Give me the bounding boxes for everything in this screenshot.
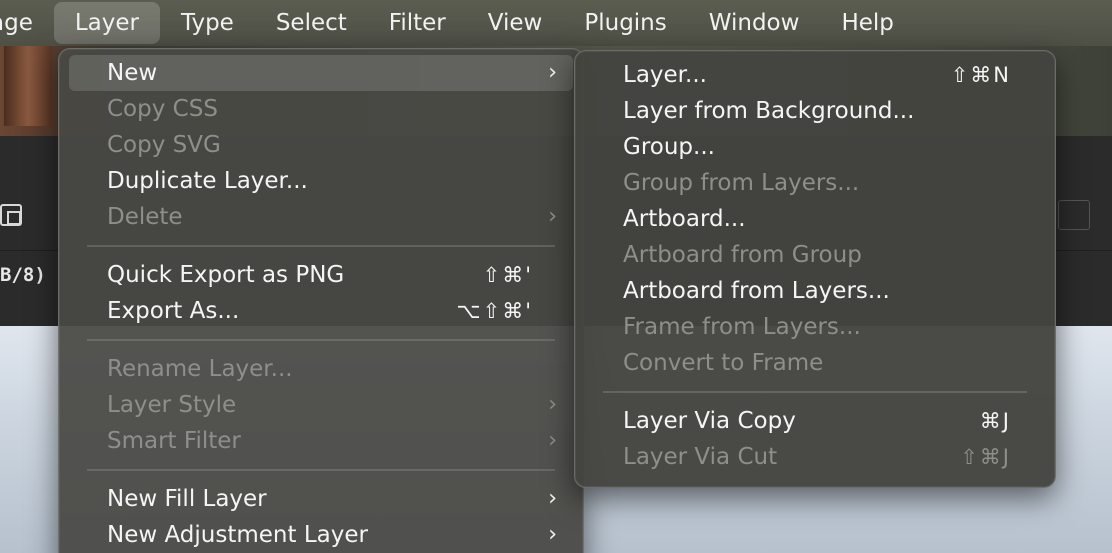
menu-item-label: Layer from Background... — [623, 98, 915, 124]
menu-item-label: Frame from Layers... — [623, 314, 861, 340]
tree-trunk-image — [4, 46, 52, 126]
menu-item-label: Smart Filter — [107, 428, 241, 454]
submenu-item-layer-via-copy[interactable]: Layer Via Copy ⌘J — [585, 403, 1045, 439]
menu-image[interactable]: age — [0, 0, 54, 46]
menu-item-label: New — [107, 60, 158, 86]
submenu-item-group-from-layers[interactable]: Group from Layers... — [585, 165, 1045, 201]
submenu-item-frame-from-layers[interactable]: Frame from Layers... — [585, 309, 1045, 345]
menu-item-label: Artboard... — [623, 206, 746, 232]
submenu-item-layer-via-cut[interactable]: Layer Via Cut ⇧⌘J — [585, 439, 1045, 475]
menu-view[interactable]: View — [467, 0, 564, 46]
layer-menu: New › Copy CSS Copy SVG Duplicate Layer.… — [58, 48, 584, 553]
submenu-item-layer-from-background[interactable]: Layer from Background... — [585, 93, 1045, 129]
keyboard-shortcut: ⇧⌘N — [950, 63, 1011, 87]
menu-item-new-adjustment-layer[interactable]: New Adjustment Layer › — [69, 517, 573, 553]
menu-item-label: Copy CSS — [107, 96, 218, 122]
menu-item-duplicate-layer[interactable]: Duplicate Layer... — [69, 163, 573, 199]
chevron-right-icon: › — [548, 204, 557, 229]
chevron-right-icon: › — [548, 392, 557, 417]
menu-item-label: Group from Layers... — [623, 170, 860, 196]
document-tab-label[interactable]: B/8) — [0, 264, 46, 286]
menu-item-label: Artboard from Group — [623, 242, 862, 268]
menu-item-label: New Adjustment Layer — [107, 522, 368, 548]
submenu-item-convert-to-frame[interactable]: Convert to Frame — [585, 345, 1045, 381]
menu-item-label: Artboard from Layers... — [623, 278, 890, 304]
options-field[interactable] — [1058, 200, 1090, 230]
menu-item-label: Group... — [623, 134, 715, 160]
menu-item-label: New Fill Layer — [107, 486, 267, 512]
menu-type[interactable]: Type — [160, 0, 255, 46]
menu-item-label: Convert to Frame — [623, 350, 824, 376]
menu-item-copy-css[interactable]: Copy CSS — [69, 91, 573, 127]
menu-item-label: Delete — [107, 204, 183, 230]
submenu-item-artboard[interactable]: Artboard... — [585, 201, 1045, 237]
menu-plugins[interactable]: Plugins — [563, 0, 687, 46]
menu-item-label: Duplicate Layer... — [107, 168, 308, 194]
arrange-icon[interactable] — [0, 204, 22, 226]
menu-item-smart-filter[interactable]: Smart Filter › — [69, 423, 573, 459]
menu-window[interactable]: Window — [688, 0, 821, 46]
keyboard-shortcut: ⇧⌘J — [960, 445, 1011, 469]
menu-separator — [603, 391, 1027, 393]
menu-item-export-as[interactable]: Export As... ⌥⇧⌘' — [69, 293, 573, 329]
menu-item-quick-export-png[interactable]: Quick Export as PNG ⇧⌘' — [69, 257, 573, 293]
new-submenu: Layer... ⇧⌘N Layer from Background... Gr… — [574, 50, 1056, 488]
menu-item-label: Copy SVG — [107, 132, 221, 158]
submenu-item-layer[interactable]: Layer... ⇧⌘N — [585, 57, 1045, 93]
keyboard-shortcut: ⌘J — [979, 409, 1011, 433]
menu-item-label: Layer... — [623, 62, 707, 88]
menu-separator — [87, 339, 555, 341]
menu-item-new[interactable]: New › — [69, 55, 573, 91]
menu-item-label: Layer Style — [107, 392, 237, 418]
chevron-right-icon: › — [548, 428, 557, 453]
menu-item-copy-svg[interactable]: Copy SVG — [69, 127, 573, 163]
menu-item-label: Layer Via Cut — [623, 444, 778, 470]
keyboard-shortcut: ⌥⇧⌘' — [456, 299, 533, 323]
chevron-right-icon: › — [548, 486, 557, 511]
menu-separator — [87, 469, 555, 471]
menu-help[interactable]: Help — [820, 0, 914, 46]
menu-item-new-fill-layer[interactable]: New Fill Layer › — [69, 481, 573, 517]
chevron-right-icon: › — [548, 60, 557, 85]
menu-item-label: Rename Layer... — [107, 356, 293, 382]
menu-separator — [87, 245, 555, 247]
keyboard-shortcut: ⇧⌘' — [482, 263, 533, 287]
menu-filter[interactable]: Filter — [368, 0, 467, 46]
chevron-right-icon: › — [548, 522, 557, 547]
menu-item-rename-layer[interactable]: Rename Layer... — [69, 351, 573, 387]
menu-item-layer-style[interactable]: Layer Style › — [69, 387, 573, 423]
menu-item-label: Layer Via Copy — [623, 408, 796, 434]
menu-item-label: Export As... — [107, 298, 240, 324]
submenu-item-artboard-from-layers[interactable]: Artboard from Layers... — [585, 273, 1045, 309]
menu-select[interactable]: Select — [255, 0, 368, 46]
menu-bar: age Layer Type Select Filter View Plugin… — [0, 0, 1112, 46]
submenu-item-group[interactable]: Group... — [585, 129, 1045, 165]
menu-layer[interactable]: Layer — [53, 2, 160, 44]
submenu-item-artboard-from-group[interactable]: Artboard from Group — [585, 237, 1045, 273]
menu-item-label: Quick Export as PNG — [107, 262, 345, 288]
menu-item-delete[interactable]: Delete › — [69, 199, 573, 235]
